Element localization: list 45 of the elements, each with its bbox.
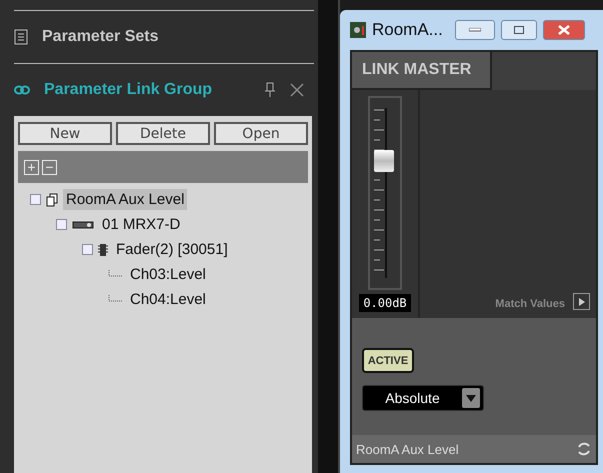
link-master-tab[interactable]: LINK MASTER xyxy=(352,52,492,90)
active-button[interactable]: ACTIVE xyxy=(362,348,414,373)
match-values-label: Match Values xyxy=(495,298,565,310)
refresh-icon[interactable] xyxy=(576,441,592,457)
collapse-toggle[interactable] xyxy=(82,244,93,255)
list-document-icon xyxy=(14,29,28,45)
tree-item[interactable]: Ch03:Level xyxy=(127,264,209,285)
play-arrow-icon xyxy=(578,298,584,306)
maximize-icon xyxy=(514,26,524,34)
link-icon xyxy=(14,85,30,95)
collapse-all-button[interactable]: − xyxy=(42,160,57,174)
pin-icon[interactable] xyxy=(264,82,276,98)
status-text: RoomA Aux Level xyxy=(356,442,459,456)
chip-icon xyxy=(98,242,108,256)
tree-connector-line xyxy=(108,270,122,280)
fader-thumb[interactable] xyxy=(374,150,394,172)
tree-item[interactable]: 01 MRX7-D xyxy=(99,214,184,235)
mode-dropdown[interactable]: Absolute xyxy=(362,385,484,411)
collapse-toggle[interactable] xyxy=(56,219,67,230)
fader-track[interactable] xyxy=(368,96,402,290)
match-values-button[interactable] xyxy=(573,293,590,310)
toolbar-button[interactable]: Delete xyxy=(116,122,210,145)
tree-item[interactable]: Ch04:Level xyxy=(127,289,209,310)
caret-icon xyxy=(462,388,480,408)
maximize-button[interactable] xyxy=(500,20,537,40)
device-rack-icon xyxy=(72,220,94,228)
stacked-pages-icon xyxy=(46,192,58,206)
tree-item[interactable]: RoomA Aux Level xyxy=(63,189,188,210)
window-title: RoomA... xyxy=(372,20,443,40)
collapse-toggle[interactable] xyxy=(30,194,41,205)
minimize-button[interactable] xyxy=(454,20,495,40)
section-title[interactable]: Parameter Sets xyxy=(42,28,304,46)
toolbar-button[interactable]: Open xyxy=(214,122,308,145)
close-button[interactable] xyxy=(542,20,585,40)
fader-scale-icon xyxy=(374,108,387,278)
minimize-icon xyxy=(468,28,481,32)
close-icon xyxy=(558,25,570,35)
app-icon xyxy=(350,22,366,38)
level-readout: 0.00dB xyxy=(359,294,411,312)
section-title[interactable]: Parameter Link Group xyxy=(44,81,250,99)
toolbar-button[interactable]: New xyxy=(18,122,112,145)
tree-item[interactable]: Fader(2) [30051] xyxy=(113,239,231,260)
close-icon[interactable] xyxy=(290,83,304,97)
expand-all-button[interactable]: + xyxy=(24,160,39,174)
tree-connector-line xyxy=(108,294,122,304)
